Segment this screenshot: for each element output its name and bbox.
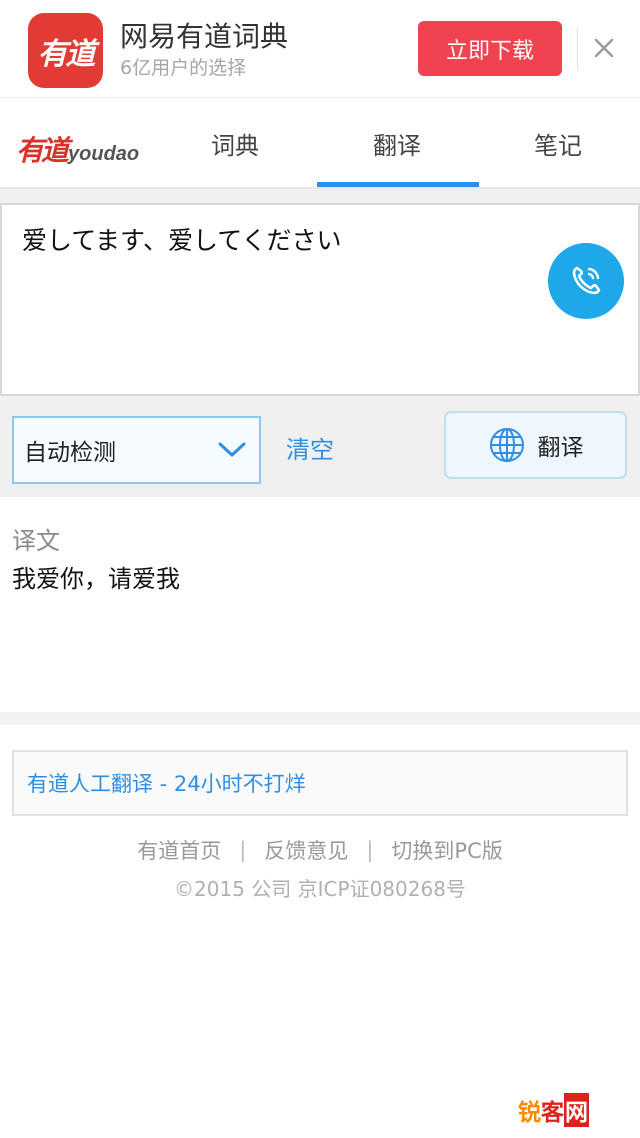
watermark-logo: 锐 客 网 bbox=[518, 1093, 589, 1127]
footer-link-feedback[interactable]: 反馈意见 bbox=[264, 835, 348, 865]
copyright: ©2015 公司 京ICP证080268号 bbox=[174, 877, 466, 901]
translate-button-label: 翻译 bbox=[537, 435, 584, 461]
download-button[interactable]: 立即下载 bbox=[418, 21, 562, 76]
globe-icon bbox=[489, 428, 524, 462]
result-label: 译文 bbox=[12, 527, 60, 555]
footer-link-home[interactable]: 有道首页 bbox=[137, 835, 221, 865]
translate-button[interactable]: 翻译 bbox=[444, 411, 627, 479]
app-subtitle: 6亿用户的选择 bbox=[120, 57, 247, 79]
source-text-value: 爱してます、爱してください bbox=[22, 226, 342, 255]
chevron-down-icon bbox=[218, 442, 246, 457]
close-icon[interactable] bbox=[592, 36, 616, 60]
human-translation-link[interactable]: 有道人工翻译 - 24小时不打烊 bbox=[12, 750, 628, 816]
tab-translate[interactable]: 翻译 bbox=[317, 99, 479, 187]
watermark-part: 锐 bbox=[518, 1100, 541, 1126]
app-logo[interactable]: 有道 bbox=[28, 13, 103, 88]
source-text-input[interactable]: 爱してます、爱してください bbox=[0, 203, 640, 396]
tab-dictionary[interactable]: 词典 bbox=[155, 99, 315, 187]
banner-divider bbox=[577, 28, 578, 70]
voice-button[interactable] bbox=[548, 243, 624, 319]
clear-button[interactable]: 清空 bbox=[286, 430, 334, 465]
footer-separator: | bbox=[239, 838, 247, 862]
language-select-value: 自动检测 bbox=[24, 440, 116, 466]
section-divider bbox=[0, 712, 640, 725]
language-select[interactable]: 自动检测 bbox=[12, 416, 261, 484]
brand-cn: 有道 bbox=[16, 134, 69, 167]
translation-result: 译文 我爱你，请爱我 bbox=[0, 497, 640, 712]
footer-links: 有道首页 | 反馈意见 | 切换到PC版 bbox=[0, 835, 640, 865]
youdao-logo[interactable]: 有道 youdao bbox=[16, 129, 139, 169]
watermark-part: 客 bbox=[541, 1100, 564, 1126]
brand-en: youdao bbox=[68, 143, 140, 165]
footer-link-pc-version[interactable]: 切换到PC版 bbox=[391, 835, 502, 865]
app-download-banner: 有道 网易有道词典 6亿用户的选择 立即下载 bbox=[0, 0, 640, 98]
tab-notes[interactable]: 笔记 bbox=[478, 99, 638, 187]
footer-separator: | bbox=[366, 838, 374, 862]
app-name: 网易有道词典 bbox=[120, 20, 289, 53]
watermark-part: 网 bbox=[564, 1093, 589, 1127]
main-nav: 有道 youdao 词典 翻译 笔记 bbox=[0, 99, 640, 189]
result-text: 我爱你，请爱我 bbox=[12, 565, 180, 593]
phone-icon bbox=[572, 266, 601, 295]
app-logo-text: 有道 bbox=[37, 36, 96, 72]
